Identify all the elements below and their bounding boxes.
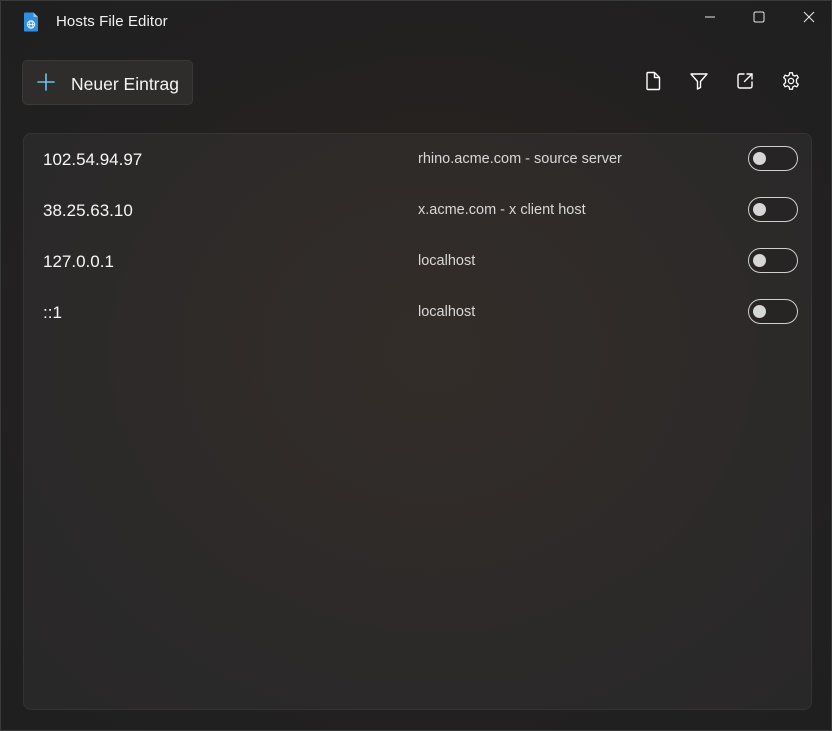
minimize-icon xyxy=(704,10,716,28)
hosts-file-editor-window: Hosts File Editor Neuer Eintrag 102.54.9… xyxy=(0,0,832,731)
entry-host: rhino.acme.com - source server xyxy=(418,151,622,167)
close-button[interactable] xyxy=(786,1,831,37)
entry-host: localhost xyxy=(418,304,476,320)
maximize-button[interactable] xyxy=(736,1,782,37)
entry-address: 38.25.63.10 xyxy=(43,201,133,220)
minimize-button[interactable] xyxy=(687,1,733,37)
filter-icon xyxy=(689,71,709,96)
entry-active-toggle[interactable] xyxy=(748,248,798,273)
toggle-knob xyxy=(753,152,766,165)
entries-list: 102.54.94.97 rhino.acme.com - source ser… xyxy=(23,133,812,710)
list-item[interactable]: ::1 localhost xyxy=(24,287,811,338)
list-item[interactable]: 127.0.0.1 localhost xyxy=(24,236,811,287)
entry-address: 127.0.0.1 xyxy=(43,252,114,271)
open-hosts-file-button[interactable] xyxy=(729,67,761,99)
entry-active-toggle[interactable] xyxy=(748,146,798,171)
new-entry-button[interactable]: Neuer Eintrag xyxy=(22,60,193,105)
entry-active-toggle[interactable] xyxy=(748,197,798,222)
filter-button[interactable] xyxy=(683,67,715,99)
list-item[interactable]: 102.54.94.97 rhino.acme.com - source ser… xyxy=(24,134,811,185)
open-external-icon xyxy=(735,71,755,96)
entry-address: 102.54.94.97 xyxy=(43,150,143,169)
app-title: Hosts File Editor xyxy=(56,13,168,30)
list-item[interactable]: 38.25.63.10 x.acme.com - x client host xyxy=(24,185,811,236)
plus-icon xyxy=(36,72,56,92)
file-icon xyxy=(644,71,662,96)
maximize-icon xyxy=(753,10,765,28)
toggle-knob xyxy=(753,254,766,267)
close-icon xyxy=(803,10,815,28)
new-entry-label: Neuer Eintrag xyxy=(71,74,179,94)
settings-button[interactable] xyxy=(775,67,807,99)
entry-active-toggle[interactable] xyxy=(748,299,798,324)
hosts-file-document-icon xyxy=(23,12,39,32)
entry-address: ::1 xyxy=(43,303,62,322)
toggle-knob xyxy=(753,305,766,318)
title-bar[interactable]: Hosts File Editor xyxy=(1,1,831,43)
entry-host: localhost xyxy=(418,253,476,269)
new-file-button[interactable] xyxy=(637,67,669,99)
entry-host: x.acme.com - x client host xyxy=(418,202,586,218)
gear-icon xyxy=(781,71,801,96)
toggle-knob xyxy=(753,203,766,216)
